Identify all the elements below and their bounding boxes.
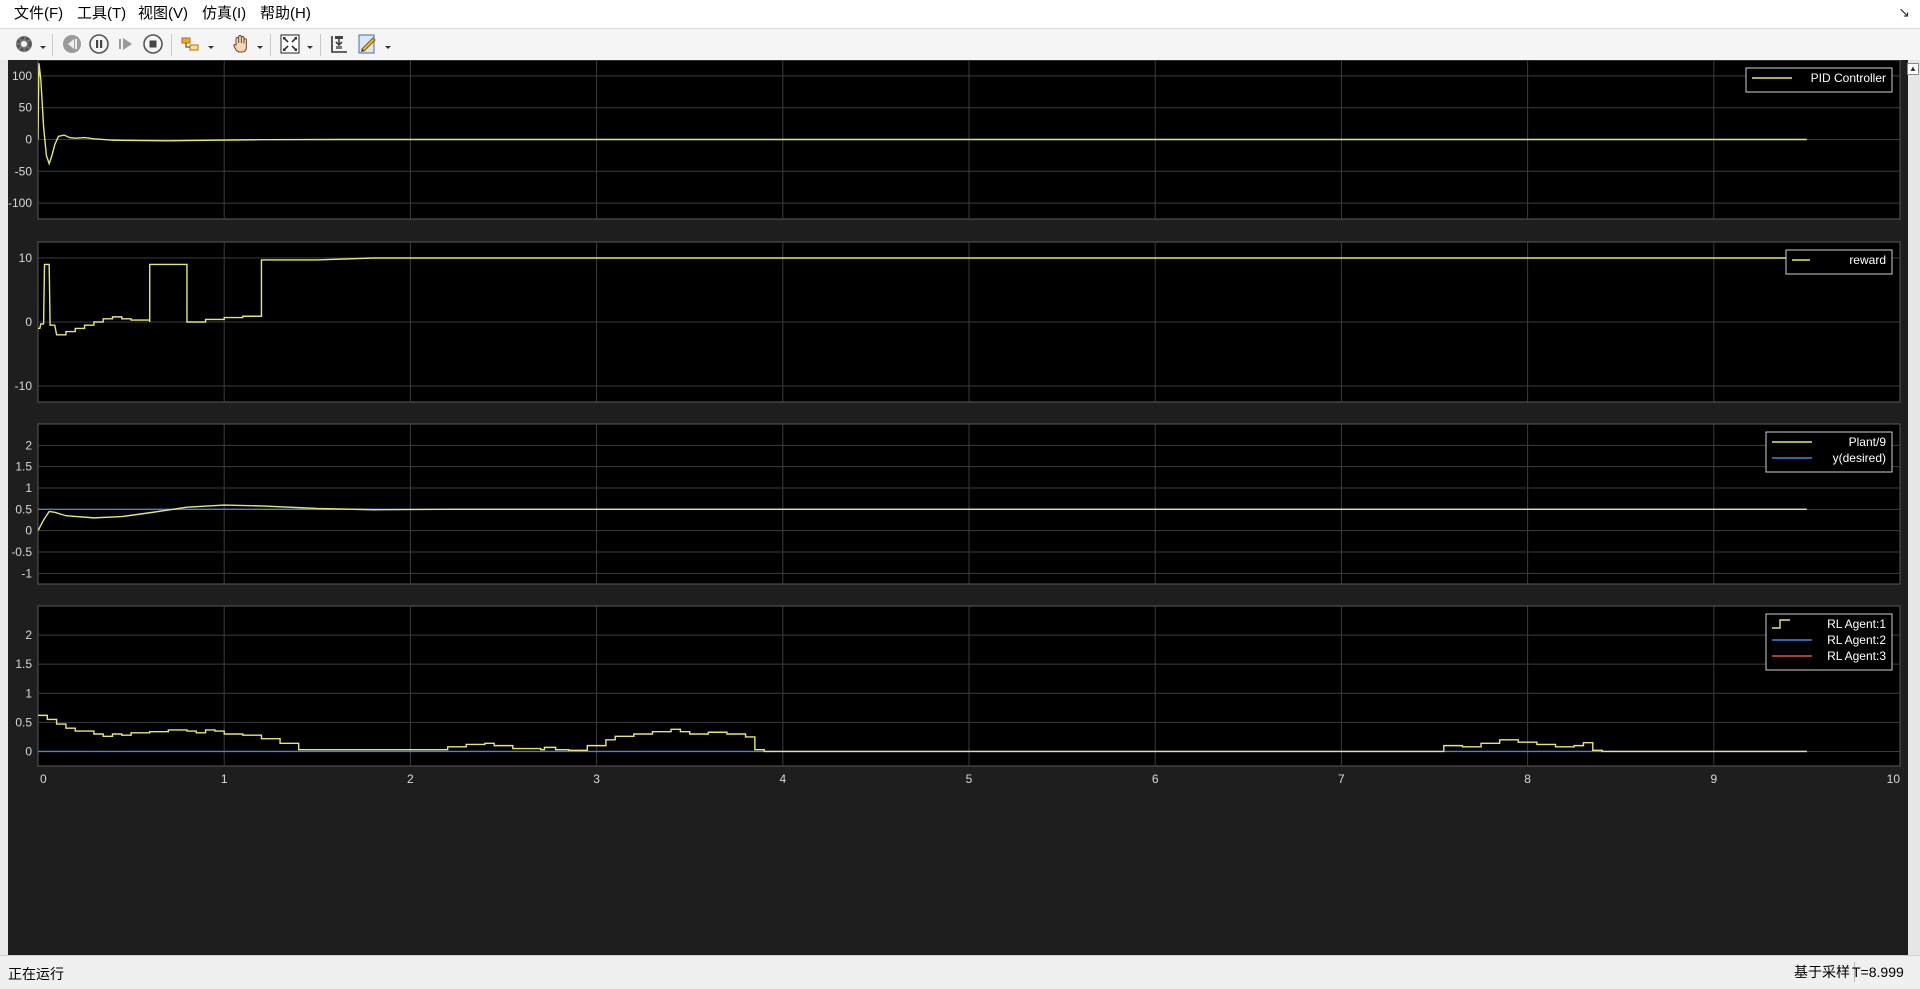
x-tick-label: 2 [407, 772, 414, 786]
stop-icon[interactable] [141, 32, 165, 56]
y-tick-label: 0 [25, 315, 32, 329]
menu-view[interactable]: 视图(V) [138, 4, 188, 24]
highlight-icon[interactable] [179, 32, 203, 56]
undock-icon[interactable]: ▲ [1907, 63, 1919, 75]
pan-dropdown-icon[interactable] [256, 39, 264, 49]
y-tick-label: 0.5 [15, 502, 32, 516]
x-tick-label: 10 [1887, 772, 1901, 786]
legend-label: RL Agent:2 [1827, 633, 1886, 647]
toolbar-separator [320, 34, 321, 56]
x-tick-label: 9 [1710, 772, 1717, 786]
pan-icon[interactable] [229, 32, 253, 56]
y-tick-label: 10 [19, 251, 33, 265]
y-tick-label: -0.5 [11, 545, 32, 559]
y-tick-label: 0 [25, 524, 32, 538]
y-tick-label: 0.5 [15, 715, 32, 729]
y-tick-label: 100 [12, 69, 32, 83]
y-tick-label: 1.5 [15, 460, 32, 474]
step-back-icon[interactable] [60, 32, 84, 56]
toolbar-separator [270, 34, 271, 56]
x-tick-label: 0 [40, 772, 47, 786]
menu-bar: 文件(F) 工具(T) 视图(V) 仿真(I) 帮助(H) ↘ [0, 0, 1920, 29]
y-tick-label: 1 [25, 686, 32, 700]
dock-arrow-icon[interactable]: ↘ [1898, 4, 1910, 21]
x-tick-label: 5 [966, 772, 973, 786]
legend-label: RL Agent:1 [1827, 617, 1886, 631]
settings-dropdown-icon[interactable] [39, 39, 47, 49]
y-tick-label: 2 [25, 438, 32, 452]
y-tick-label: 1.5 [15, 657, 32, 671]
measure-icon[interactable] [356, 32, 380, 56]
menu-tools[interactable]: 工具(T) [77, 4, 126, 24]
status-text: 正在运行 [8, 966, 64, 982]
y-tick-label: -1 [21, 566, 32, 580]
legend-label: RL Agent:3 [1827, 649, 1886, 663]
y-tick-label: 0 [25, 744, 32, 758]
legend-label: y(desired) [1833, 451, 1886, 465]
x-tick-label: 4 [779, 772, 786, 786]
menu-simulation[interactable]: 仿真(I) [202, 4, 246, 24]
sim-time-readout: T=8.999 [1852, 964, 1904, 980]
y-tick-label: -10 [15, 379, 33, 393]
measure-dropdown-icon[interactable] [384, 39, 392, 49]
y-tick-label: -100 [8, 196, 32, 210]
x-tick-label: 1 [221, 772, 228, 786]
left-edge [0, 60, 8, 955]
pause-icon[interactable] [87, 32, 111, 56]
y-tick-label: -50 [15, 164, 33, 178]
step-forward-icon[interactable] [114, 32, 138, 56]
x-tick-label: 6 [1152, 772, 1159, 786]
x-tick-label: 8 [1524, 772, 1531, 786]
sample-mode-indicator: 基于采样 [1790, 962, 1855, 982]
y-tick-label: 0 [25, 133, 32, 147]
x-tick-label: 7 [1338, 772, 1345, 786]
scope-plots: 100500-50-100PID Controller100-10reward2… [0, 60, 1920, 955]
y-tick-label: 2 [25, 628, 32, 642]
scope-display: 100 50 0 -50 -100 PID Controller 10 0 -10 reward 2… [0, 60, 1920, 955]
toolbar [0, 29, 1920, 61]
zoom-fit-dropdown-icon[interactable] [306, 39, 314, 49]
menu-help[interactable]: 帮助(H) [260, 4, 311, 24]
zoom-fit-icon[interactable] [278, 32, 302, 56]
menu-file[interactable]: 文件(F) [14, 4, 63, 24]
zoom-axes-icon[interactable] [327, 32, 351, 56]
scope-window: 文件(F) 工具(T) 视图(V) 仿真(I) 帮助(H) ↘ 100 50 0… [0, 0, 1920, 989]
right-scroll-edge[interactable] [1908, 60, 1920, 955]
y-tick-label: 50 [19, 101, 33, 115]
toolbar-separator [171, 34, 172, 56]
y-tick-label: 1 [25, 481, 32, 495]
status-bar: 正在运行 基于采样 T=8.999 [0, 955, 1920, 989]
x-tick-label: 3 [593, 772, 600, 786]
toolbar-separator [52, 34, 53, 56]
legend-label: reward [1849, 253, 1886, 267]
settings-icon[interactable] [12, 32, 36, 56]
legend-label: PID Controller [1811, 71, 1886, 85]
legend-label: Plant/9 [1849, 435, 1887, 449]
highlight-dropdown-icon[interactable] [207, 39, 215, 49]
